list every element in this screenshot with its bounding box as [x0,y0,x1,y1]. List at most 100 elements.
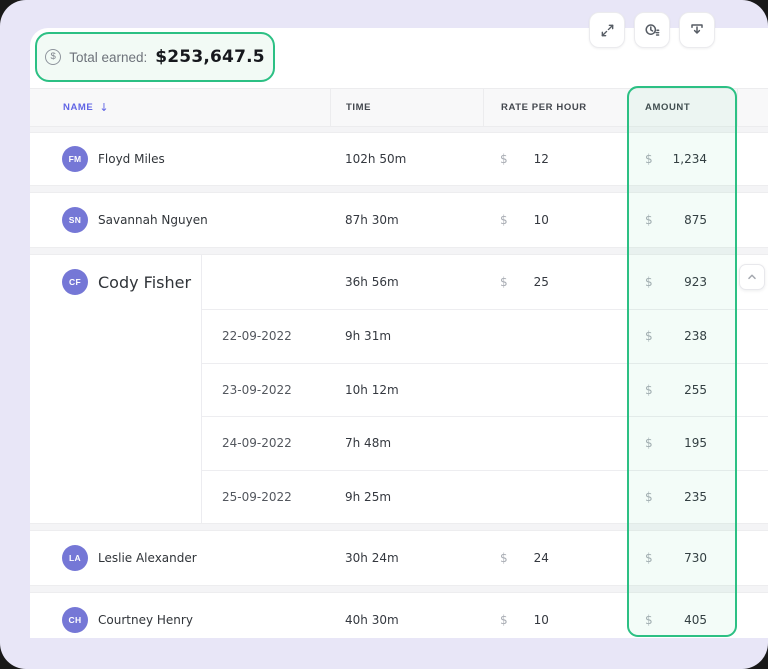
amount-cell: $ 235 [627,490,737,504]
column-header-filler [737,89,768,126]
currency-symbol: $ [645,382,653,397]
date-value: 22-09-2022 [222,329,292,344]
download-button[interactable] [679,12,715,48]
sort-desc-icon: ↓ [99,101,110,114]
rate-cell: $ 10 [483,613,627,627]
person-name: Floyd Miles [98,152,165,166]
currency-symbol: $ [645,551,653,565]
amount-value: 238 [684,329,707,344]
detail-row[interactable]: 22-09-2022 9h 31m $ 238 [202,309,768,363]
row-block-expanded: CF Cody Fisher 36h 56m $ 25 $ 923 22-09-… [30,254,768,524]
currency-symbol: $ [645,489,653,504]
detail-row[interactable]: 24-09-2022 7h 48m $ 195 [202,416,768,470]
table-row-floyd-miles[interactable]: FM Floyd Miles 102h 50m $ 12 $ 1,234 [30,133,768,185]
dollar-circle-icon: $ [45,49,62,65]
amount-cell: $ 238 [627,329,737,343]
person-name: Savannah Nguyen [98,213,208,227]
date-value: 24-09-2022 [222,436,292,451]
date-value: 25-09-2022 [222,489,292,504]
group-name-column: CF Cody Fisher [30,255,202,523]
time-report-icon [645,24,660,36]
table-row-leslie-alexander[interactable]: LA Leslie Alexander 30h 24m $ 24 $ 730 [30,531,768,585]
currency-symbol: $ [645,213,653,227]
currency-symbol: $ [645,436,653,451]
group-detail-column: 36h 56m $ 25 $ 923 22-09-2022 9h 31m $ 2… [202,255,768,523]
currency-symbol: $ [500,213,508,227]
amount-value: 875 [684,213,707,227]
amount-value: 730 [684,551,707,565]
person-name: Courtney Henry [98,613,193,627]
group-summary-row[interactable]: 36h 56m $ 25 $ 923 [202,255,768,309]
column-header-name[interactable]: NAME ↓ [30,89,330,126]
column-header-name-label: NAME [63,102,94,113]
amount-value: 923 [684,275,707,289]
rate-cell: $ 24 [483,551,627,565]
date-value: 23-09-2022 [222,382,292,397]
name-cell: LA Leslie Alexander [30,545,330,571]
currency-symbol: $ [645,275,653,289]
total-earned-label: Total earned: [69,49,148,65]
table-row-savannah-nguyen[interactable]: SN Savannah Nguyen 87h 30m $ 10 $ 875 [30,193,768,247]
currency-symbol: $ [645,152,653,166]
table-row-courtney-henry[interactable]: CH Courtney Henry 40h 30m $ 10 $ 405 [30,593,768,638]
currency-symbol: $ [645,613,653,627]
expand-icon [601,24,613,36]
time-value: 30h 24m [345,551,399,565]
time-value: 40h 30m [345,613,399,627]
amount-cell: $ 730 [627,551,737,565]
app-screen: $ Total earned: $253,647.5 NAME ↓ TIME R… [0,0,768,669]
column-header-amount[interactable]: AMOUNT [627,89,737,126]
name-cell: CH Courtney Henry [30,607,330,633]
time-report-button[interactable] [634,12,670,48]
time-value: 9h 25m [345,489,392,504]
currency-symbol: $ [500,275,508,289]
earnings-card: $ Total earned: $253,647.5 NAME ↓ TIME R… [30,28,768,638]
person-name: Leslie Alexander [98,551,197,565]
rate-cell: $ 12 [483,152,627,166]
amount-cell: $ 405 [627,613,737,627]
rate-value: 10 [533,613,549,627]
rate-value: 25 [533,275,549,289]
currency-symbol: $ [500,551,508,565]
table-header: NAME ↓ TIME RATE PER HOUR AMOUNT [30,88,768,127]
currency-symbol: $ [500,152,508,166]
amount-value: 195 [684,436,707,451]
toolbar [589,12,715,48]
person-name: Cody Fisher [98,272,192,292]
name-cell: FM Floyd Miles [30,146,330,172]
rate-value: 12 [533,152,549,166]
currency-symbol: $ [500,613,508,627]
detail-row[interactable]: 23-09-2022 10h 12m $ 255 [202,362,768,417]
column-header-rate[interactable]: RATE PER HOUR [483,89,627,126]
amount-cell: $ 255 [627,383,737,397]
amount-value: 255 [684,382,707,397]
rate-cell: $ 25 [483,275,627,289]
avatar: LA [62,545,88,571]
rate-cell: $ 10 [483,213,627,227]
amount-value: 405 [684,613,707,627]
avatar: SN [62,207,88,233]
table-row-group-cody-fisher[interactable]: CF Cody Fisher 36h 56m $ 25 $ 923 22-09-… [30,255,768,523]
total-earned-value: $253,647.5 [155,47,265,67]
time-value: 36h 56m [345,275,399,289]
amount-cell: $ 1,234 [627,152,737,166]
row-block: SN Savannah Nguyen 87h 30m $ 10 $ 875 [30,192,768,248]
amount-value: 1,234 [672,152,707,166]
amount-cell: $ 875 [627,213,737,227]
row-block: FM Floyd Miles 102h 50m $ 12 $ 1,234 [30,132,768,186]
avatar: FM [62,146,88,172]
rate-value: 24 [533,551,549,565]
row-block: CH Courtney Henry 40h 30m $ 10 $ 405 [30,592,768,638]
column-header-rate-label: RATE PER HOUR [501,102,587,113]
time-value: 102h 50m [345,152,407,166]
expand-button[interactable] [589,12,625,48]
time-value: 87h 30m [345,213,399,227]
time-value: 9h 31m [345,329,392,344]
avatar: CH [62,607,88,633]
table-body: FM Floyd Miles 102h 50m $ 12 $ 1,234 SN … [30,127,768,638]
detail-row[interactable]: 25-09-2022 9h 25m $ 235 [202,469,768,524]
column-header-time[interactable]: TIME [330,89,483,126]
rate-value: 10 [533,213,549,227]
currency-symbol: $ [645,329,653,344]
collapse-group-button[interactable] [739,264,765,290]
